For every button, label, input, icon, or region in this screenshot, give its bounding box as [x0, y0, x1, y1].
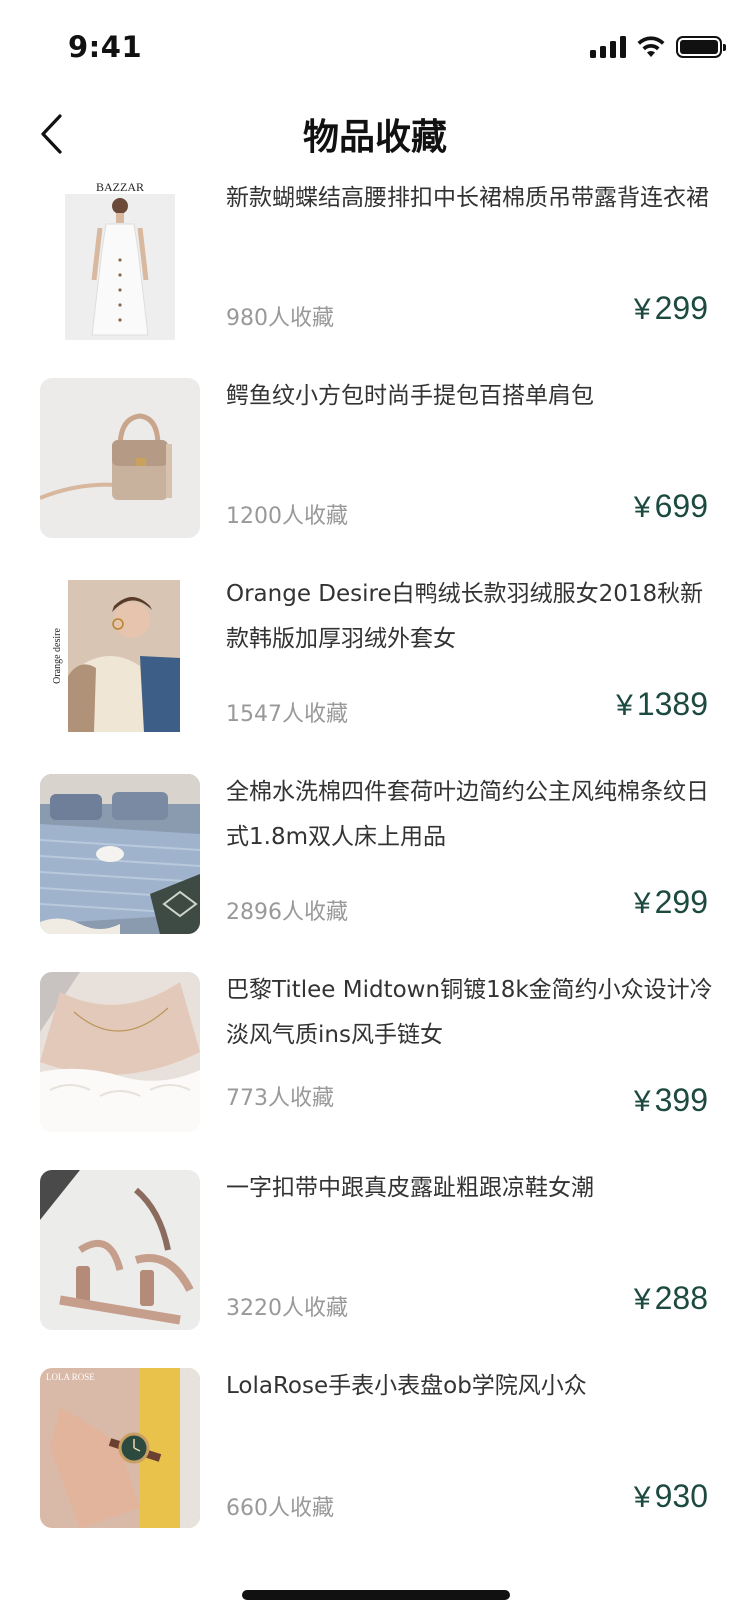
- sandals-photo: [40, 1170, 200, 1330]
- product-image: BAZZAR: [40, 180, 200, 340]
- list-item[interactable]: 全棉水洗棉四件套荷叶边简约公主风纯棉条纹日式1.8m双人床上用品 2896人收藏…: [0, 766, 750, 964]
- favorite-count: 980人收藏: [226, 306, 334, 331]
- favorite-count: 3220人收藏: [226, 1296, 348, 1321]
- product-image: [40, 972, 200, 1132]
- item-price: ¥930: [634, 1478, 708, 1515]
- item-price: ¥399: [634, 1082, 708, 1119]
- currency-symbol: ¥: [633, 1481, 651, 1514]
- currency-symbol: ¥: [633, 1085, 651, 1118]
- price-value: 930: [654, 1478, 708, 1514]
- favorites-screen: 9:41 物品收藏 BAZZAR 新款蝴蝶结高腰排扣中长裙棉质吊带露背连衣裙 9…: [0, 0, 750, 1624]
- currency-symbol: ¥: [633, 293, 651, 326]
- product-image: [40, 1170, 200, 1330]
- item-price: ¥699: [634, 488, 708, 525]
- cellular-signal-icon: [590, 36, 626, 58]
- favorites-list: BAZZAR 新款蝴蝶结高腰排扣中长裙棉质吊带露背连衣裙 980人收藏 ¥299: [0, 172, 750, 1558]
- currency-symbol: ¥: [633, 1283, 651, 1316]
- list-item[interactable]: 巴黎Titlee Midtown铜镀18k金简约小众设计冷淡风气质ins风手链女…: [0, 964, 750, 1162]
- currency-symbol: ¥: [616, 689, 633, 722]
- status-icons: [590, 34, 726, 60]
- product-image: LOLA ROSE: [40, 1368, 200, 1528]
- favorite-count: 660人收藏: [226, 1496, 334, 1521]
- item-title: 鳄鱼纹小方包时尚手提包百搭单肩包: [226, 383, 594, 409]
- item-title: 新款蝴蝶结高腰排扣中长裙棉质吊带露背连衣裙: [226, 185, 709, 211]
- item-title: 一字扣带中跟真皮露趾粗跟凉鞋女潮: [226, 1175, 594, 1201]
- brand-caption: LOLA ROSE: [46, 1372, 95, 1382]
- nav-bar: 物品收藏: [0, 96, 750, 172]
- product-image: Orange desire: [40, 576, 200, 736]
- price-value: 288: [654, 1280, 708, 1316]
- favorite-count: 2896人收藏: [226, 900, 348, 925]
- handbag-photo: [40, 378, 200, 538]
- brand-caption: Orange desire: [52, 628, 63, 684]
- down-jacket-photo: Orange desire: [40, 576, 200, 736]
- brand-caption: BAZZAR: [96, 180, 144, 194]
- item-title: Orange Desire白鸭绒长款羽绒服女2018秋新款韩版加厚羽绒外套女: [226, 581, 704, 652]
- status-bar: 9:41: [0, 0, 750, 96]
- battery-icon: [676, 36, 726, 58]
- price-value: 399: [654, 1082, 708, 1118]
- wifi-icon: [637, 36, 665, 57]
- list-item[interactable]: BAZZAR 新款蝴蝶结高腰排扣中长裙棉质吊带露背连衣裙 980人收藏 ¥299: [0, 172, 750, 370]
- status-time: 9:41: [68, 30, 143, 64]
- list-item[interactable]: LOLA ROSE LolaRose手表小表盘ob学院风小众 660人收藏 ¥9…: [0, 1360, 750, 1558]
- currency-symbol: ¥: [633, 491, 651, 524]
- price-value: 299: [654, 884, 708, 920]
- favorite-count: 773人收藏: [226, 1086, 334, 1111]
- list-item[interactable]: 鳄鱼纹小方包时尚手提包百搭单肩包 1200人收藏 ¥699: [0, 370, 750, 568]
- item-title: LolaRose手表小表盘ob学院风小众: [226, 1373, 587, 1399]
- item-title: 全棉水洗棉四件套荷叶边简约公主风纯棉条纹日式1.8m双人床上用品: [226, 779, 709, 850]
- item-price: ¥288: [634, 1280, 708, 1317]
- item-price: ¥299: [634, 884, 708, 921]
- product-image: [40, 378, 200, 538]
- list-item[interactable]: 一字扣带中跟真皮露趾粗跟凉鞋女潮 3220人收藏 ¥288: [0, 1162, 750, 1360]
- price-value: 699: [654, 488, 708, 524]
- product-image: [40, 774, 200, 934]
- currency-symbol: ¥: [633, 887, 651, 920]
- list-item[interactable]: Orange desire Orange Desire白鸭绒长款羽绒服女2018…: [0, 568, 750, 766]
- bedding-photo: [40, 774, 200, 934]
- home-indicator[interactable]: [242, 1590, 510, 1600]
- favorite-count: 1200人收藏: [226, 504, 348, 529]
- item-title: 巴黎Titlee Midtown铜镀18k金简约小众设计冷淡风气质ins风手链女: [226, 977, 713, 1048]
- price-value: 299: [654, 290, 708, 326]
- price-value: 1389: [636, 686, 708, 722]
- white-dress-photo: BAZZAR: [40, 180, 200, 340]
- favorite-count: 1547人收藏: [226, 702, 348, 727]
- item-price: ¥299: [634, 290, 708, 327]
- watch-photo: LOLA ROSE: [40, 1368, 200, 1528]
- necklace-photo: [40, 972, 200, 1132]
- page-title: 物品收藏: [302, 117, 447, 158]
- item-price: ¥1389: [616, 686, 708, 723]
